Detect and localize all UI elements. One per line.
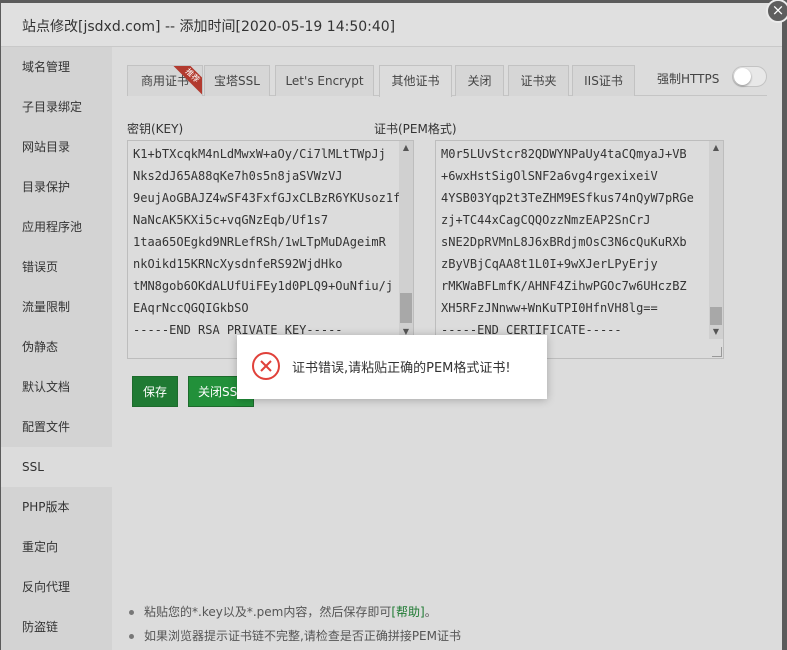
key-line: Nks2dJ65A88qKe7h0s5n8jaSVWzVJ <box>133 169 343 183</box>
sidebar-item-subdir-binding[interactable]: 子目录绑定 <box>1 87 112 127</box>
force-https-label: 强制HTTPS <box>657 72 720 86</box>
key-text: K1+bTXcqkM4nLdMwxW+aOy/Ci7lMLtTWpJj Nks2d… <box>133 143 400 341</box>
cert-line: 4YSB03Yqp2t3TeZHM9ESfkus74nQyW7pRGe <box>441 191 694 205</box>
cert-textarea[interactable]: M0r5LUvStcr82QDWYNPaUy4taCQmyaJ+VB +6wxHs… <box>435 140 724 359</box>
sidebar-item-rewrite[interactable]: 伪静态 <box>1 327 112 367</box>
scroll-up-arrow-icon[interactable]: ▲ <box>709 141 723 155</box>
key-line: 9eujAoGBAJZ4wSF43FxfGJxCLBzR6YKUsoz1f <box>133 191 401 205</box>
key-textarea[interactable]: K1+bTXcqkM4nLdMwxW+aOy/Ci7lMLtTWpJj Nks2d… <box>127 140 414 359</box>
sidebar-item-ssl[interactable]: SSL <box>1 447 112 487</box>
key-line: EAqrNccQGQIGkbSO <box>133 301 249 315</box>
key-scrollbar[interactable]: ▲ ▼ <box>399 141 413 339</box>
error-dialog: 证书错误,请粘贴正确的PEM格式证书! <box>237 335 547 399</box>
note-1: 粘贴您的*.key以及*.pem内容，然后保存即可[帮助]。 <box>129 600 461 624</box>
window-title: 站点修改[jsdxd.com] -- 添加时间[2020-05-19 14:50… <box>1 3 782 47</box>
cert-scroll-thumb[interactable] <box>710 307 722 325</box>
toggle-knob <box>734 68 751 85</box>
sidebar-item-php-version[interactable]: PHP版本 <box>1 487 112 527</box>
error-circle-icon <box>252 352 280 380</box>
sidebar-item-traffic-limit[interactable]: 流量限制 <box>1 287 112 327</box>
sidebar-item-redirect[interactable]: 重定向 <box>1 527 112 567</box>
cert-line: rMKWaBFLmfK/AHNF4ZihwPGOc7w6UHczBZ <box>441 279 687 293</box>
tab-iis-cert[interactable]: IIS证书 <box>572 65 635 96</box>
note-2-text: 如果浏览器提示证书链不完整,请检查是否正确拼接PEM证书 <box>144 629 461 643</box>
error-message: 证书错误,请粘贴正确的PEM格式证书! <box>292 361 511 376</box>
note-2: 如果浏览器提示证书链不完整,请检查是否正确拼接PEM证书 <box>129 624 461 648</box>
cert-line: M0r5LUvStcr82QDWYNPaUy4taCQmyaJ+VB <box>441 147 687 161</box>
tab-lets-encrypt[interactable]: Let's Encrypt <box>275 65 374 96</box>
cert-scrollbar[interactable]: ▲ ▼ <box>709 141 723 339</box>
sidebar-item-default-doc[interactable]: 默认文档 <box>1 367 112 407</box>
key-line: 1taa65OEgkd9NRLefRSh/1wLTpMuDAgeimR <box>133 235 386 249</box>
cert-line: zByVBjCqAA8t1L0I+9wXJerLPyErjy <box>441 257 658 271</box>
cert-line: +6wxHstSigOlSNF2a6vg4rgexixeiV <box>441 169 658 183</box>
key-line: NaNcAK5KXi5c+vqGNzEqb/Uf1s7 <box>133 213 329 227</box>
bullet-icon <box>129 610 134 615</box>
tab-bt-ssl[interactable]: 宝塔SSL <box>204 65 270 96</box>
tab-cert-folder[interactable]: 证书夹 <box>508 65 569 96</box>
help-link[interactable]: [帮助] <box>391 605 424 619</box>
note-1-text: 粘贴您的*.key以及*.pem内容，然后保存即可 <box>144 605 392 619</box>
sidebar: 域名管理 子目录绑定 网站目录 目录保护 应用程序池 错误页 流量限制 伪静态 … <box>1 47 112 650</box>
cert-line: sNE2DpRVMnL8J6xBRdjmOsC3N6cQuKuRXb <box>441 235 687 249</box>
sidebar-item-reverse-proxy[interactable]: 反向代理 <box>1 567 112 607</box>
tab-other-cert[interactable]: 其他证书 <box>379 65 452 97</box>
scroll-up-arrow-icon[interactable]: ▲ <box>399 141 413 155</box>
resize-handle-icon[interactable] <box>712 347 722 357</box>
sidebar-item-app-pool[interactable]: 应用程序池 <box>1 207 112 247</box>
scroll-down-arrow-icon[interactable]: ▼ <box>709 325 723 339</box>
cert-line: zj+TC44xCagCQQOzzNmzEAP2SnCrJ <box>441 213 651 227</box>
save-button[interactable]: 保存 <box>132 376 178 407</box>
sidebar-item-dir-protect[interactable]: 目录保护 <box>1 167 112 207</box>
sidebar-item-config-file[interactable]: 配置文件 <box>1 407 112 447</box>
tab-commercial-cert[interactable]: 商用证书 推荐 <box>127 65 203 96</box>
notes: 粘贴您的*.key以及*.pem内容，然后保存即可[帮助]。 如果浏览器提示证书… <box>129 600 461 648</box>
key-scroll-thumb[interactable] <box>400 293 412 323</box>
tab-close[interactable]: 关闭 <box>455 65 504 96</box>
sidebar-item-error-page[interactable]: 错误页 <box>1 247 112 287</box>
tab-label: 商用证书 <box>140 74 189 88</box>
key-label: 密钥(KEY) <box>127 122 184 136</box>
sidebar-item-domain[interactable]: 域名管理 <box>1 47 112 87</box>
sidebar-item-site-dir[interactable]: 网站目录 <box>1 127 112 167</box>
cert-line: XH5RFzJNnww+WnKuTPI0HfnVH8lg== <box>441 301 658 315</box>
cert-text: M0r5LUvStcr82QDWYNPaUy4taCQmyaJ+VB +6wxHs… <box>441 143 694 341</box>
force-https-toggle[interactable] <box>732 66 767 87</box>
site-edit-modal: 站点修改[jsdxd.com] -- 添加时间[2020-05-19 14:50… <box>1 0 787 650</box>
close-icon[interactable]: × <box>766 0 787 23</box>
key-line: K1+bTXcqkM4nLdMwxW+aOy/Ci7lMLtTWpJj <box>133 147 386 161</box>
bullet-icon <box>129 634 134 639</box>
note-1-end: 。 <box>424 605 437 619</box>
sidebar-item-hotlink-protect[interactable]: 防盗链 <box>1 607 112 647</box>
key-line: nkOikd15KRNcXysdnfeRS92WjdHko <box>133 257 343 271</box>
cert-label: 证书(PEM格式) <box>374 122 457 136</box>
key-line: tMN8gob6OKdALUfUiFEy1d0PLQ9+OuNfiu/j <box>133 279 394 293</box>
